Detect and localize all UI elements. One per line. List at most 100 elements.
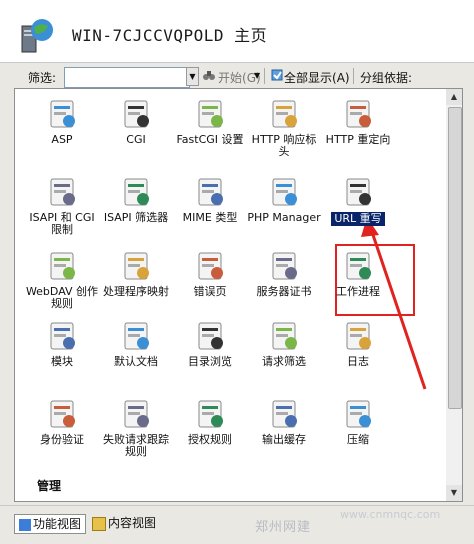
feature-output-cache[interactable]: 输出缓存 xyxy=(247,397,321,446)
feature-request-filter[interactable]: 请求筛选 xyxy=(247,319,321,368)
auth-icon xyxy=(50,400,75,428)
mime-icon xyxy=(198,178,223,206)
tab-features-view-label: 功能视图 xyxy=(33,517,82,531)
dir-browse-icon xyxy=(198,322,223,350)
request-filter-icon xyxy=(272,322,297,350)
vertical-scrollbar[interactable]: ▲ ▼ xyxy=(446,88,463,502)
feature-php[interactable]: PHP Manager xyxy=(247,175,321,224)
feature-url-rewrite[interactable]: URL 重写 xyxy=(321,175,395,226)
feature-mime[interactable]: MIME 类型 xyxy=(173,175,247,224)
feature-label: FastCGI 设置 xyxy=(176,133,244,146)
http-headers-icon xyxy=(272,100,297,128)
compress-icon xyxy=(346,400,371,428)
url-rewrite-icon xyxy=(346,178,371,206)
module-icon xyxy=(50,322,75,350)
feature-label: URL 重写 xyxy=(331,212,385,226)
feature-label: MIME 类型 xyxy=(182,211,238,224)
feature-dir-browse[interactable]: 目录浏览 xyxy=(173,319,247,368)
feature-label: 处理程序映射 xyxy=(103,285,169,298)
feature-failed-trace[interactable]: 失败请求跟踪规则 xyxy=(99,397,173,458)
authz-icon xyxy=(198,400,223,428)
asp-icon xyxy=(50,100,75,128)
toolbar-separator xyxy=(264,68,265,84)
show-all-label: 全部显示 xyxy=(284,71,333,85)
feature-authz[interactable]: 授权规则 xyxy=(173,397,247,446)
watermark-text: 郑州网建 xyxy=(255,520,312,535)
feature-label: PHP Manager xyxy=(247,211,321,224)
page-header: WIN-7CJCCVQPOLD 主页 xyxy=(0,0,474,63)
feature-label: 工作进程 xyxy=(336,285,380,298)
feature-label: ISAPI 和 CGI 限制 xyxy=(29,211,95,236)
feature-worker[interactable]: 工作进程 xyxy=(321,249,395,298)
default-doc-icon xyxy=(124,322,149,350)
feature-label: 模块 xyxy=(51,355,73,368)
group-label-management: 管理 xyxy=(37,479,62,493)
certificate-icon xyxy=(272,252,297,280)
output-cache-icon xyxy=(272,400,297,428)
feature-auth[interactable]: 身份验证 xyxy=(25,397,99,446)
feature-webdav[interactable]: WebDAV 创作规则 xyxy=(25,249,99,310)
tab-content-view[interactable]: 内容视图 xyxy=(92,514,156,532)
show-all-shortcut: (A) xyxy=(332,71,350,85)
feature-handler[interactable]: 处理程序映射 xyxy=(99,249,173,298)
filter-input[interactable] xyxy=(64,67,190,88)
show-all-button[interactable]: 全部显示(A) xyxy=(284,69,350,86)
start-dropdown-icon[interactable]: ▼ xyxy=(254,71,260,80)
binoculars-icon[interactable] xyxy=(202,68,216,82)
watermark-site: www.cnmnqc.com xyxy=(340,508,441,521)
fastcgi-icon xyxy=(198,100,223,128)
handler-icon xyxy=(124,252,149,280)
feature-label: 服务器证书 xyxy=(256,285,312,298)
error-page-icon xyxy=(198,252,223,280)
feature-label: 身份验证 xyxy=(40,433,84,446)
features-view-icon xyxy=(19,518,31,531)
filter-label: 筛选: xyxy=(28,71,57,85)
feature-label: CGI xyxy=(126,133,146,146)
scroll-up-arrow[interactable]: ▲ xyxy=(446,89,462,105)
group-by-label[interactable]: 分组依据: xyxy=(360,69,412,86)
feature-asp[interactable]: ASP xyxy=(25,97,99,146)
feature-default-doc[interactable]: 默认文档 xyxy=(99,319,173,368)
feature-label: ASP xyxy=(51,133,73,146)
feature-label: 压缩 xyxy=(347,433,369,446)
scroll-down-arrow[interactable]: ▼ xyxy=(446,485,462,501)
log-icon xyxy=(346,322,371,350)
content-view-icon xyxy=(92,516,106,531)
feature-isapi-cgi[interactable]: ISAPI 和 CGI 限制 xyxy=(25,175,99,236)
feature-certificate[interactable]: 服务器证书 xyxy=(247,249,321,298)
http-redirect-icon xyxy=(346,100,371,128)
tab-features-view[interactable]: 功能视图 xyxy=(14,514,87,534)
feature-label: HTTP 响应标头 xyxy=(251,133,317,158)
feature-label: 授权规则 xyxy=(188,433,232,446)
feature-label: 日志 xyxy=(347,355,369,368)
feature-compress[interactable]: 压缩 xyxy=(321,397,395,446)
feature-http-headers[interactable]: HTTP 响应标头 xyxy=(247,97,321,158)
feature-label: 默认文档 xyxy=(114,355,158,368)
show-all-icon[interactable] xyxy=(270,68,284,82)
php-icon xyxy=(272,178,297,206)
webdav-icon xyxy=(50,252,75,280)
cgi-icon xyxy=(124,100,149,128)
feature-isapi-filter[interactable]: ISAPI 筛选器 xyxy=(99,175,173,224)
isapi-cgi-icon xyxy=(50,178,75,206)
feature-label: 失败请求跟踪规则 xyxy=(103,433,169,458)
feature-log[interactable]: 日志 xyxy=(321,319,395,368)
feature-http-redirect[interactable]: HTTP 重定向 xyxy=(321,97,395,146)
toolbar: 筛选: ▼ 开始(G) ▼ 全部显示(A) 分组依据: xyxy=(14,66,460,88)
feature-icons-panel: 管理 ASP CGI FastCGI 设置 HTTP 响应标头 HTTP 重定向 ISAP… xyxy=(14,88,448,502)
scroll-thumb[interactable] xyxy=(448,107,462,409)
feature-fastcgi[interactable]: FastCGI 设置 xyxy=(173,97,247,146)
feature-label: HTTP 重定向 xyxy=(325,133,391,146)
feature-label: 请求筛选 xyxy=(262,355,306,368)
status-bar: 功能视图 内容视图 郑州网建 www.cnmnqc.com xyxy=(0,505,474,544)
start-label: 开始 xyxy=(218,71,243,85)
filter-dropdown-button[interactable]: ▼ xyxy=(186,67,199,86)
feature-error-page[interactable]: 错误页 xyxy=(173,249,247,298)
failed-trace-icon xyxy=(124,400,149,428)
feature-label: WebDAV 创作规则 xyxy=(25,285,99,310)
feature-label: 错误页 xyxy=(193,285,227,298)
server-globe-icon xyxy=(21,19,53,53)
feature-module[interactable]: 模块 xyxy=(25,319,99,368)
feature-cgi[interactable]: CGI xyxy=(99,97,173,146)
toolbar-separator xyxy=(353,68,354,84)
